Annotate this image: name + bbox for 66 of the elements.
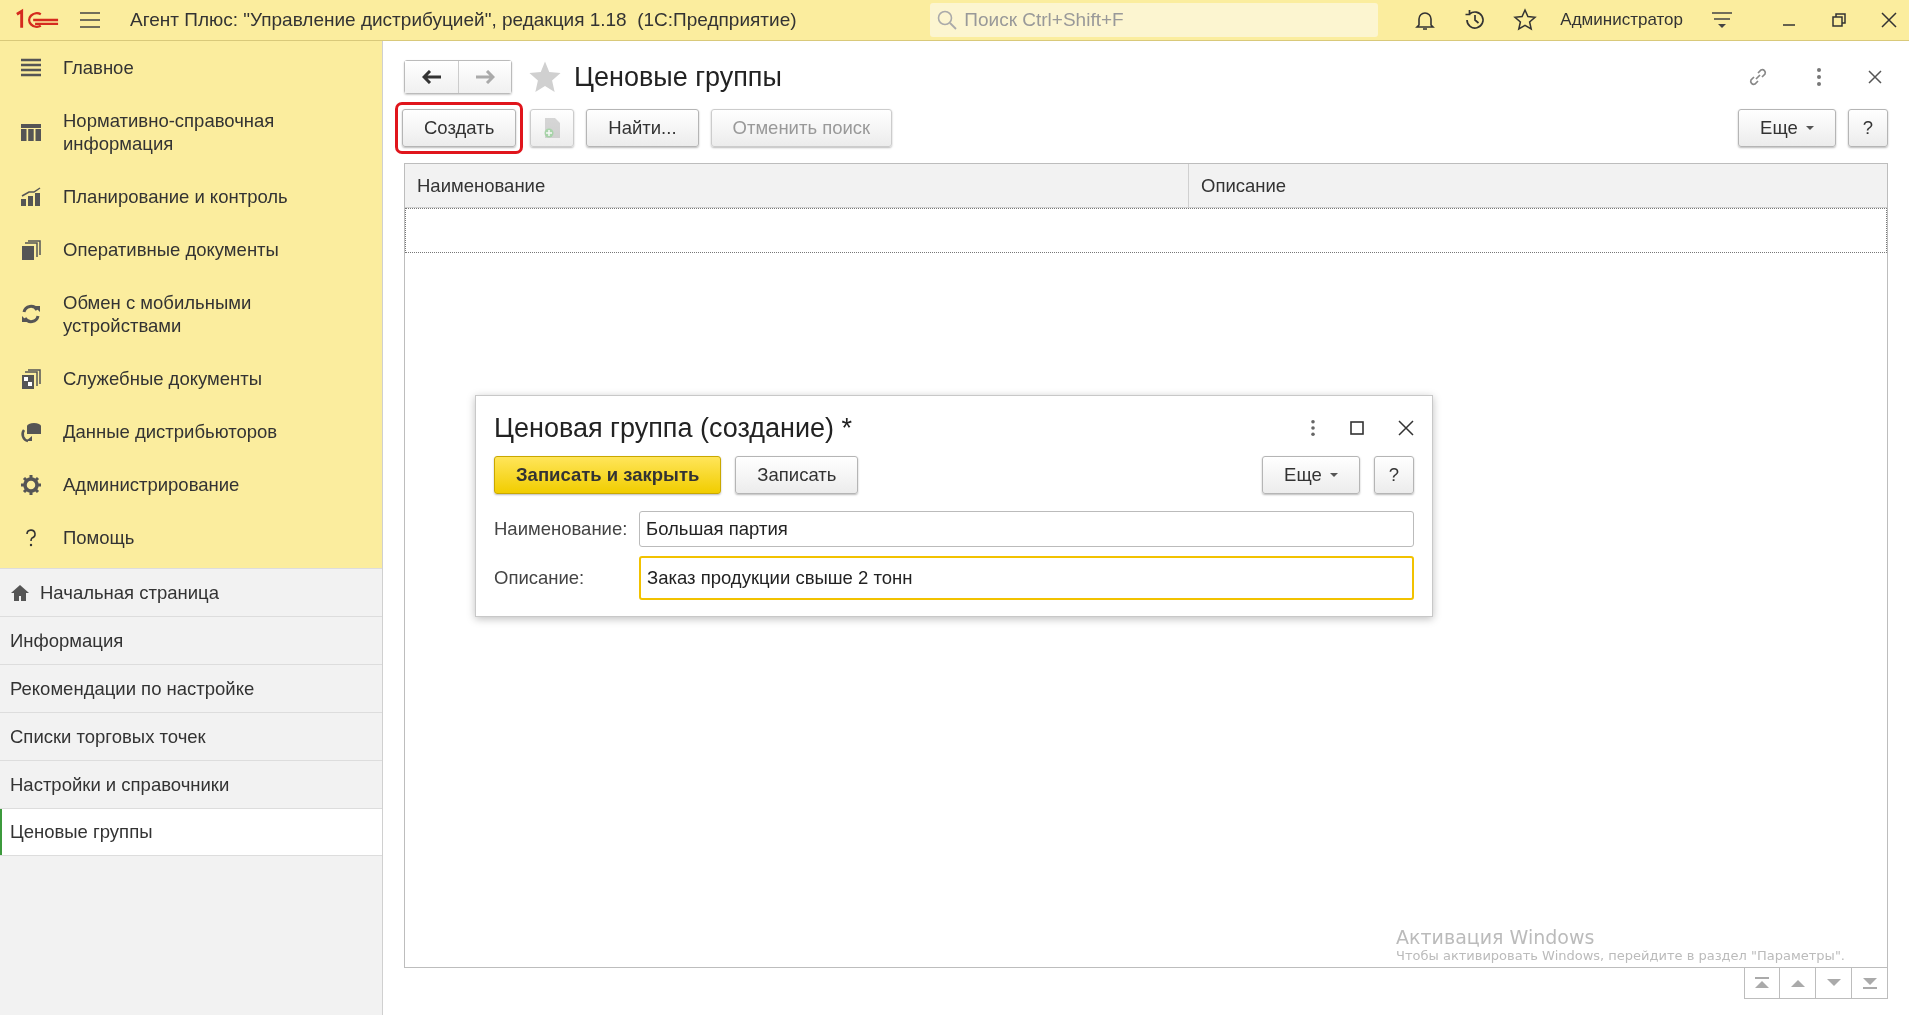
section-item[interactable]: Главное	[0, 41, 382, 94]
search-field[interactable]: Поиск Ctrl+Shift+F	[930, 3, 1379, 37]
app-title: Агент Плюс: "Управление дистрибуцией", редакция 1.18 (1С:Предприятие)	[130, 9, 797, 31]
bar-chart-icon	[20, 185, 42, 208]
section-item[interactable]: Обмен с мобильными устройствами	[0, 276, 382, 352]
home-icon	[10, 583, 30, 602]
arrow-right-icon	[475, 70, 495, 84]
field-label: Наименование:	[494, 517, 629, 540]
triangle-up-icon	[1789, 978, 1806, 988]
more-icon[interactable]	[1310, 419, 1316, 437]
columns-icon	[20, 121, 42, 143]
more-button[interactable]: Еще	[1738, 109, 1836, 147]
dialog-title: Ценовая группа (создание) *	[494, 412, 852, 444]
open-page-tab[interactable]: Информация	[0, 616, 382, 664]
save-and-close-button[interactable]: Записать и закрыть	[494, 456, 722, 494]
open-page-tab[interactable]: Списки торговых точек	[0, 712, 382, 760]
list-icon	[20, 56, 42, 79]
document-add-icon	[543, 117, 562, 139]
star-icon[interactable]	[528, 60, 562, 94]
text-field[interactable]: Заказ продукции свыше 2 тонн	[639, 555, 1414, 600]
column-header[interactable]: Наименование	[405, 164, 1189, 207]
documents-icon	[20, 367, 42, 390]
more-button[interactable]: Еще	[1262, 456, 1360, 494]
caret-icon	[1805, 126, 1814, 130]
section-item[interactable]: Администрирование	[0, 458, 382, 511]
back-button[interactable]	[405, 61, 458, 93]
save-button[interactable]: Записать	[735, 456, 859, 494]
maximize-icon[interactable]	[1350, 421, 1364, 435]
scroll-bottom-icon	[1861, 977, 1878, 989]
triangle-down-icon	[1825, 978, 1842, 988]
help-button[interactable]: ?	[1847, 109, 1888, 147]
section-item[interactable]: Данные дистрибьюторов	[0, 405, 382, 458]
column-header[interactable]: Описание	[1189, 164, 1887, 207]
help-button[interactable]: ?	[1373, 456, 1414, 494]
activation-text: Чтобы активировать Windows, перейдите в раздел "Параметры".	[1396, 948, 1845, 963]
database-icon	[20, 420, 42, 443]
user-name[interactable]: Администратор	[1560, 10, 1683, 30]
scroll-top-icon	[1754, 977, 1770, 989]
section-item[interactable]: Помощь	[0, 511, 382, 564]
toolbar-button[interactable]: Найти...	[586, 109, 699, 147]
page-title: Ценовые группы	[574, 61, 782, 93]
close-icon[interactable]	[1398, 420, 1414, 436]
refresh-icon	[20, 303, 42, 325]
section-item[interactable]: Нормативно-справочная информация	[0, 94, 382, 170]
restore-icon[interactable]	[1831, 12, 1847, 28]
arrow-left-icon	[421, 70, 442, 84]
section-item[interactable]: Оперативные документы	[0, 223, 382, 276]
close-icon[interactable]	[1881, 12, 1897, 28]
text-field[interactable]: Большая партия	[639, 510, 1414, 547]
documents-icon	[20, 238, 42, 261]
field-label: Описание:	[494, 566, 586, 589]
table-row[interactable]	[405, 208, 1887, 253]
section-item[interactable]: Служебные документы	[0, 352, 382, 405]
open-page-tab[interactable]: Рекомендации по настройке	[0, 664, 382, 712]
menu-icon[interactable]	[80, 12, 100, 28]
section-item[interactable]: Планирование и контроль	[0, 170, 382, 223]
open-page-tab[interactable]: Начальная страница	[0, 568, 382, 616]
open-page-tab[interactable]: Ценовые группы	[0, 808, 382, 856]
settings-icon	[20, 473, 42, 496]
close-icon[interactable]	[1868, 70, 1882, 84]
star-icon[interactable]	[1513, 8, 1538, 32]
create-button[interactable]: Создать	[402, 109, 517, 147]
caret-icon	[1329, 473, 1338, 477]
search-icon	[937, 10, 958, 30]
more-icon[interactable]	[1816, 67, 1822, 87]
activation-title: Активация Windows	[1396, 926, 1596, 948]
